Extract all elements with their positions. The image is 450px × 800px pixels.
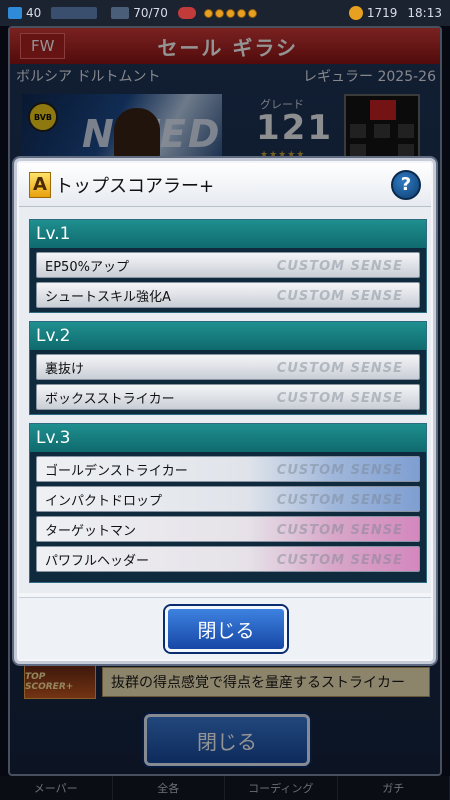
skill-row: 裏抜け CUSTOM SENSE [36, 354, 420, 380]
level-icon [8, 7, 22, 19]
clock: 18:13 [407, 6, 442, 20]
energy-pill [203, 8, 213, 18]
level-label: Lv.3 [30, 424, 426, 452]
skill-row: EP50%アップ CUSTOM SENSE [36, 252, 420, 278]
skill-name: 裏抜け [45, 361, 85, 377]
stamina-value: 70/70 [133, 6, 168, 20]
energy-pill [236, 8, 246, 18]
skill-name: パワフルヘッダー [45, 553, 150, 569]
status-bar: 40 70/70 1719 18:13 [0, 0, 450, 26]
status-right: 1719 18:13 [348, 6, 442, 20]
level-label: Lv.2 [30, 322, 426, 350]
custom-sense-watermark: CUSTOM SENSE [276, 391, 403, 406]
custom-sense-watermark: CUSTOM SENSE [276, 361, 403, 376]
skill-row: ゴールデンストライカー CUSTOM SENSE [36, 456, 420, 482]
event-indicator [51, 7, 101, 19]
skill-name: インパクトドロップ [45, 493, 163, 509]
skill-row: パワフルヘッダー CUSTOM SENSE [36, 546, 420, 572]
custom-sense-watermark: CUSTOM SENSE [276, 523, 403, 538]
modal-footer: 閉じる [19, 597, 431, 659]
skill-levels: Lv.1 EP50%アップ CUSTOM SENSE シュートスキル強化A CU… [19, 207, 431, 593]
custom-sense-watermark: CUSTOM SENSE [276, 463, 403, 478]
modal-header: A トップスコアラー+ ? [19, 163, 431, 207]
energy-icon [177, 7, 196, 19]
energy-pill [225, 8, 235, 18]
close-button[interactable]: 閉じる [165, 606, 287, 652]
stamina: 70/70 [111, 6, 168, 20]
rank-badge: A [29, 171, 51, 198]
skill-row: シュートスキル強化A CUSTOM SENSE [36, 282, 420, 308]
level-value: 40 [26, 6, 42, 20]
coin-icon [348, 6, 363, 20]
coins: 1719 [348, 6, 398, 20]
level-group-2: Lv.2 裏抜け CUSTOM SENSE ボックスストライカー CUSTOM … [29, 321, 427, 415]
help-icon[interactable]: ? [391, 169, 421, 200]
energy-pill [247, 8, 257, 18]
energy-pill-row [203, 8, 259, 18]
level-group-1: Lv.1 EP50%アップ CUSTOM SENSE シュートスキル強化A CU… [29, 219, 427, 313]
player-level: 40 [8, 6, 41, 20]
energy-pill [214, 8, 224, 18]
custom-sense-watermark: CUSTOM SENSE [276, 289, 403, 304]
gp-icon [111, 7, 130, 19]
level-group-3: Lv.3 ゴールデンストライカー CUSTOM SENSE インパクトドロップ … [29, 423, 427, 583]
skill-name: シュートスキル強化A [45, 289, 171, 305]
custom-sense-watermark: CUSTOM SENSE [276, 259, 403, 274]
custom-sense-watermark: CUSTOM SENSE [276, 493, 403, 508]
skill-row: インパクトドロップ CUSTOM SENSE [36, 486, 420, 512]
sense-detail-modal: A トップスコアラー+ ? Lv.1 EP50%アップ CUSTOM SENSE… [14, 158, 436, 664]
skill-row: ターゲットマン CUSTOM SENSE [36, 516, 420, 542]
modal-title: トップスコアラー+ [55, 175, 215, 197]
skill-name: EP50%アップ [45, 259, 129, 275]
event-icon [51, 7, 98, 19]
skill-name: ボックスストライカー [45, 391, 175, 407]
energy-pills [177, 7, 259, 19]
level-label: Lv.1 [30, 220, 426, 248]
custom-sense-watermark: CUSTOM SENSE [276, 553, 403, 568]
skill-name: ゴールデンストライカー [45, 463, 188, 479]
coins-value: 1719 [366, 6, 398, 20]
skill-row: ボックスストライカー CUSTOM SENSE [36, 384, 420, 410]
skill-name: ターゲットマン [45, 523, 137, 539]
